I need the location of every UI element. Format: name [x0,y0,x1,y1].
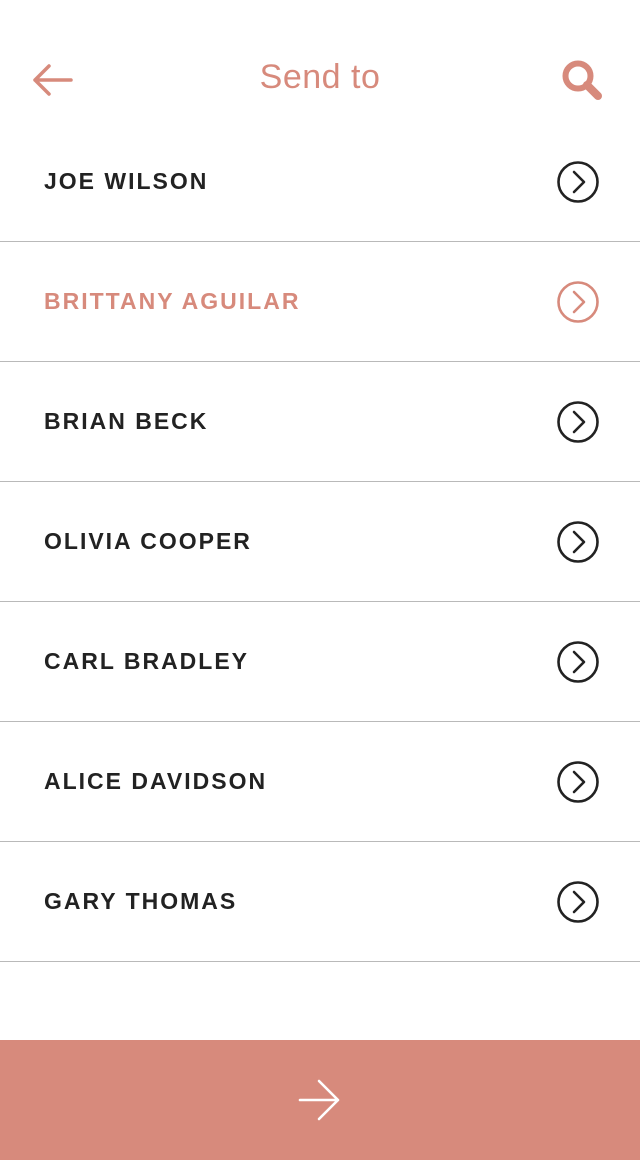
chevron-right-circle-icon [557,160,599,203]
contact-name: CARL BRADLEY [44,648,250,674]
contact-row-gary-thomas[interactable]: GARY THOMAS [0,842,640,962]
contact-list: JOE WILSON BRITTANY AGUILAR BRIAN BECK O… [0,122,640,962]
contact-name: GARY THOMAS [44,888,238,914]
contact-name: BRITTANY AGUILAR [44,288,301,314]
contact-row-olivia-cooper[interactable]: OLIVIA COOPER [0,482,640,602]
chevron-right-circle-icon [557,760,599,803]
contact-row-joe-wilson[interactable]: JOE WILSON [0,122,640,242]
contact-name: JOE WILSON [44,168,209,194]
contact-row-brittany-aguilar[interactable]: BRITTANY AGUILAR [0,242,640,362]
page-title: Send to [259,58,381,96]
contact-name: ALICE DAVIDSON [44,768,268,794]
send-button[interactable] [0,1040,640,1160]
header: Send to [0,0,640,122]
chevron-right-circle-icon [557,280,599,323]
chevron-right-circle-icon [557,400,599,443]
arrow-right-icon [298,1079,340,1121]
contact-name: BRIAN BECK [44,408,209,434]
search-icon [562,60,602,100]
search-button[interactable] [554,52,610,108]
contact-row-carl-bradley[interactable]: CARL BRADLEY [0,602,640,722]
contact-name: OLIVIA COOPER [44,528,252,554]
contact-row-alice-davidson[interactable]: ALICE DAVIDSON [0,722,640,842]
send-to-screen: Send to JOE WILSON BRITTANY AGUILAR BRIA… [0,0,640,1160]
chevron-right-circle-icon [557,520,599,563]
chevron-right-circle-icon [557,640,599,683]
contact-row-brian-beck[interactable]: BRIAN BECK [0,362,640,482]
chevron-right-circle-icon [557,880,599,923]
